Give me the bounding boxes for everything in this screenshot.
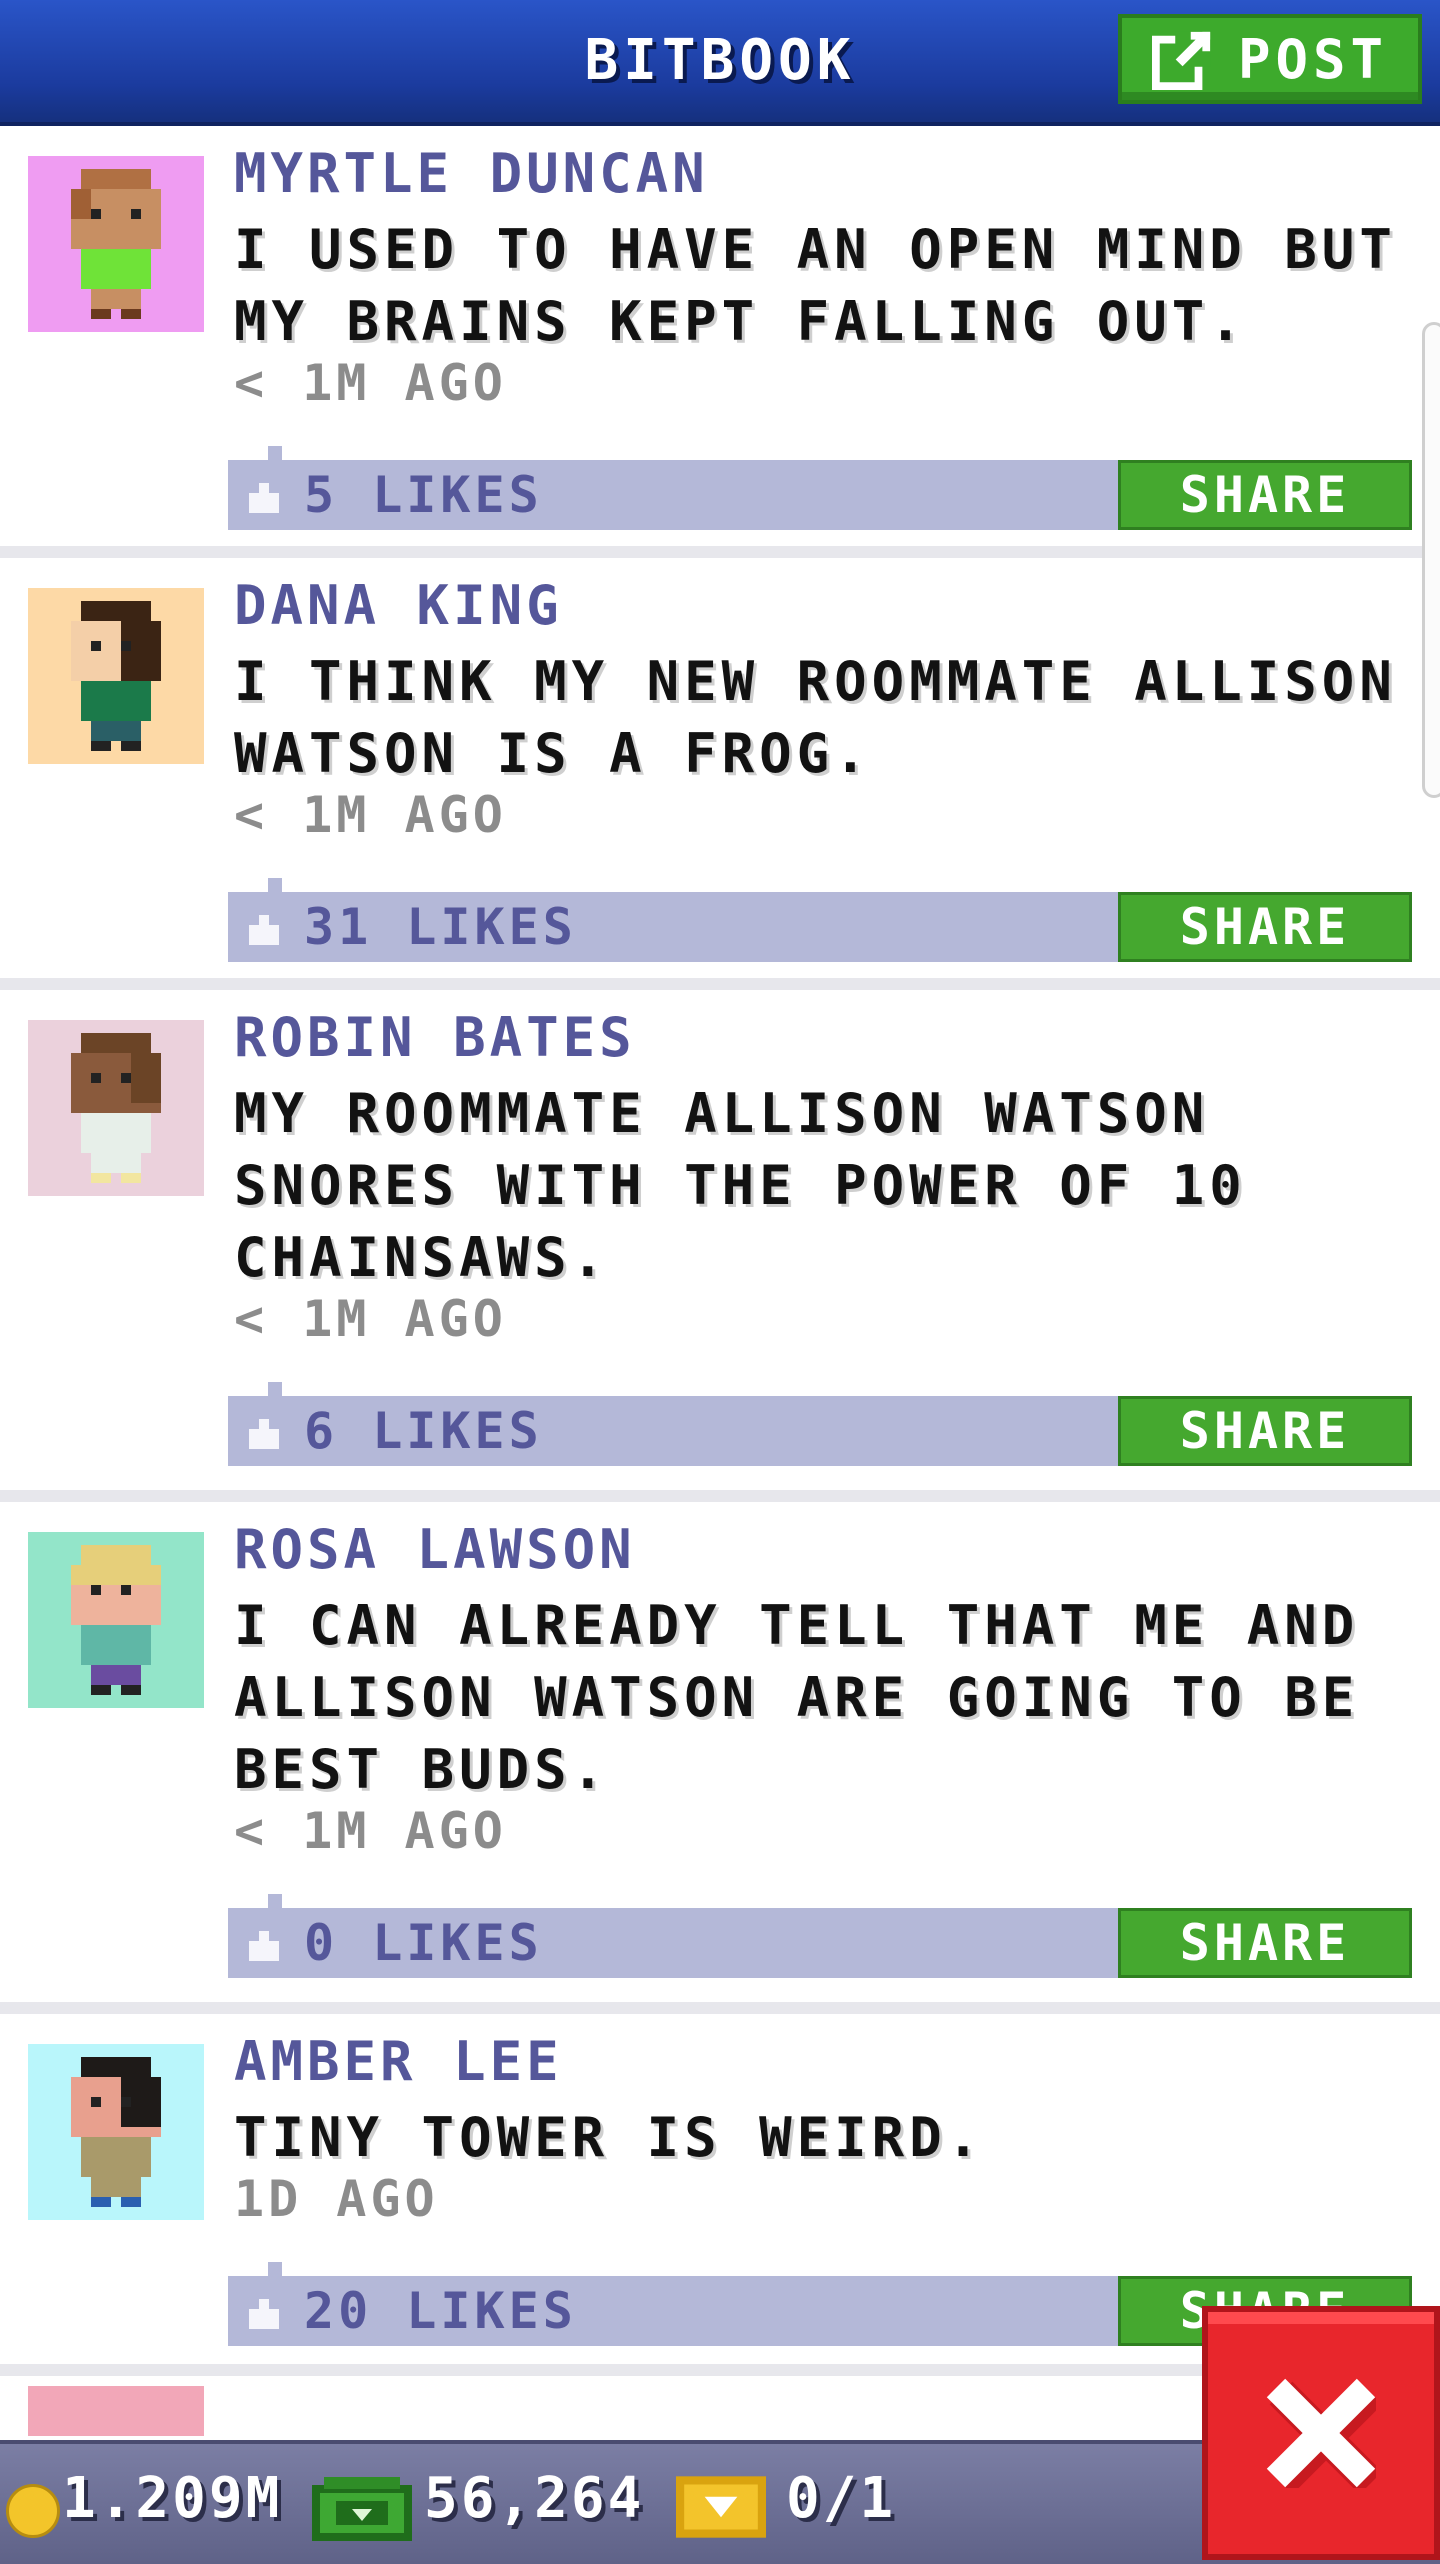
- like-bar[interactable]: 0 LIKES SHARE: [228, 1894, 1412, 1978]
- ticket-icon: [676, 2476, 766, 2538]
- coin-count: 1.209M: [62, 2466, 283, 2531]
- post-time: < 1M AGO: [234, 1290, 507, 1348]
- feed-post: ROSA LAWSON I CAN ALREADY TELL THAT ME A…: [0, 1502, 1440, 2014]
- coin-icon: [6, 2484, 60, 2538]
- like-bar[interactable]: 31 LIKES SHARE: [228, 878, 1412, 962]
- feed-post: MYRTLE DUNCAN I USED TO HAVE AN OPEN MIN…: [0, 126, 1440, 558]
- poster-name[interactable]: ROSA LAWSON: [234, 1518, 636, 1581]
- post-text: I THINK MY NEW ROOMMATE ALLISON WATSON I…: [234, 650, 1397, 785]
- ticket-count: 0/1: [786, 2466, 897, 2531]
- like-count: 31 LIKES: [304, 898, 577, 956]
- app-header: BITBOOK POST: [0, 0, 1440, 126]
- feed-post: ROBIN BATES MY ROOMMATE ALLISON WATSON S…: [0, 990, 1440, 1502]
- share-button[interactable]: SHARE: [1118, 892, 1412, 962]
- post-time: < 1M AGO: [234, 1802, 507, 1860]
- post-text: I CAN ALREADY TELL THAT ME AND ALLISON W…: [234, 1594, 1360, 1801]
- person-icon: [71, 2057, 161, 2207]
- person-icon: [71, 601, 161, 751]
- like-count: 20 LIKES: [304, 2282, 577, 2340]
- like-count: 0 LIKES: [304, 1914, 543, 1972]
- post-button[interactable]: POST: [1118, 14, 1422, 104]
- avatar: [28, 1532, 204, 1708]
- poster-name[interactable]: DANA KING: [234, 574, 563, 637]
- thumbs-up-icon: [249, 1931, 279, 1961]
- person-icon: [71, 1033, 161, 1183]
- post-time: < 1M AGO: [234, 786, 507, 844]
- bux-count: 56,264: [424, 2466, 645, 2531]
- poster-name[interactable]: MYRTLE DUNCAN: [234, 142, 709, 205]
- like-bar[interactable]: 6 LIKES SHARE: [228, 1382, 1412, 1466]
- person-icon: [71, 169, 161, 319]
- feed-post: DANA KING I THINK MY NEW ROOMMATE ALLISO…: [0, 558, 1440, 990]
- avatar: [28, 1020, 204, 1196]
- avatar: [28, 588, 204, 764]
- scrollbar[interactable]: [1422, 322, 1440, 798]
- like-count: 6 LIKES: [304, 1402, 543, 1460]
- post-text: MY ROOMMATE ALLISON WATSON SNORES WITH T…: [234, 1082, 1247, 1289]
- avatar: [28, 156, 204, 332]
- post-time: < 1M AGO: [234, 354, 507, 412]
- person-icon: [71, 1545, 161, 1695]
- poster-name[interactable]: AMBER LEE: [234, 2030, 563, 2093]
- close-button[interactable]: [1202, 2306, 1440, 2560]
- avatar: [28, 2044, 204, 2220]
- post-text: TINY TOWER IS WEIRD.: [234, 2106, 985, 2169]
- thumbs-up-icon: [249, 1419, 279, 1449]
- like-count: 5 LIKES: [304, 466, 543, 524]
- share-button[interactable]: SHARE: [1118, 460, 1412, 530]
- like-bar[interactable]: 5 LIKES SHARE: [228, 446, 1412, 530]
- bitbook-feed[interactable]: MYRTLE DUNCAN I USED TO HAVE AN OPEN MIN…: [0, 126, 1440, 2436]
- bux-icon: [312, 2477, 412, 2541]
- post-button-label: POST: [1237, 27, 1389, 91]
- edit-icon: [1151, 31, 1211, 90]
- poster-name[interactable]: ROBIN BATES: [234, 1006, 636, 1069]
- thumbs-up-icon: [249, 483, 279, 513]
- avatar: [28, 2386, 204, 2436]
- post-time: 1D AGO: [234, 2170, 439, 2228]
- share-button[interactable]: SHARE: [1118, 1396, 1412, 1466]
- thumbs-up-icon: [249, 2299, 279, 2329]
- post-text: I USED TO HAVE AN OPEN MIND BUT MY BRAIN…: [234, 218, 1397, 353]
- share-button[interactable]: SHARE: [1118, 1908, 1412, 1978]
- thumbs-up-icon: [249, 915, 279, 945]
- close-icon: [1266, 2378, 1376, 2488]
